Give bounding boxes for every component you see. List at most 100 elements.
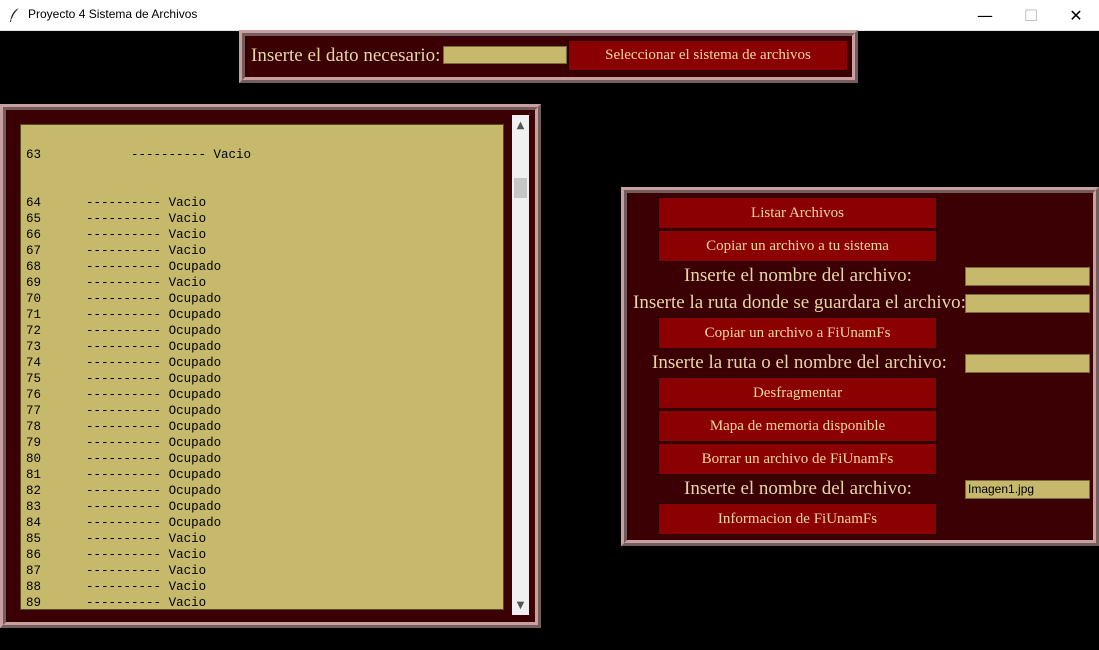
block-separator: ---------- bbox=[86, 436, 162, 450]
list-item: 80 ---------- Ocupado bbox=[26, 451, 251, 467]
block-separator: ---------- bbox=[86, 308, 162, 322]
block-separator: ---------- bbox=[86, 548, 162, 562]
block-separator: ---------- bbox=[86, 356, 162, 370]
copy-to-system-button[interactable]: Copiar un archivo a tu sistema bbox=[658, 230, 937, 262]
listing-text-area[interactable]: 63 ---------- Vacio 64 ---------- Vacio 6… bbox=[20, 124, 504, 610]
block-number: 88 bbox=[26, 580, 42, 594]
list-item: 81 ---------- Ocupado bbox=[26, 467, 251, 483]
path-or-name-input[interactable] bbox=[965, 354, 1090, 373]
save-path-label: Inserte la ruta donde se guardara el arc… bbox=[633, 292, 966, 313]
block-status: Ocupado bbox=[168, 292, 222, 306]
defragment-button[interactable]: Desfragmentar bbox=[658, 377, 937, 409]
block-separator: ---------- bbox=[86, 196, 162, 210]
list-item: 75 ---------- Ocupado bbox=[26, 371, 251, 387]
block-status: Vacio bbox=[168, 564, 207, 578]
block-number: 71 bbox=[26, 308, 42, 322]
list-item: 65 ---------- Vacio bbox=[26, 211, 251, 227]
block-status: Ocupado bbox=[168, 260, 222, 274]
block-status: Ocupado bbox=[168, 308, 222, 322]
list-item: 66 ---------- Vacio bbox=[26, 227, 251, 243]
block-status: Ocupado bbox=[168, 468, 222, 482]
list-item: 74 ---------- Ocupado bbox=[26, 355, 251, 371]
block-separator: ---------- bbox=[86, 372, 162, 386]
block-status: Vacio bbox=[168, 212, 207, 226]
delete-file-name-label: Inserte el nombre del archivo: bbox=[684, 478, 912, 499]
listing-scrollbar[interactable]: ▲ ▼ bbox=[512, 115, 529, 615]
delete-file-name-input[interactable]: Imagen1.jpg bbox=[965, 480, 1090, 499]
list-item: 89 ---------- Vacio bbox=[26, 595, 251, 610]
file-name-input[interactable] bbox=[965, 267, 1090, 286]
window-title: Proyecto 4 Sistema de Archivos bbox=[28, 7, 198, 21]
maximize-button[interactable]: ☐ bbox=[1008, 0, 1054, 30]
block-separator: ---------- bbox=[86, 276, 162, 290]
block-separator: ---------- bbox=[86, 292, 162, 306]
listing-panel: 63 ---------- Vacio 64 ---------- Vacio 6… bbox=[0, 104, 541, 628]
scroll-thumb[interactable] bbox=[514, 178, 527, 198]
block-status: Vacio bbox=[168, 580, 207, 594]
block-separator: ---------- bbox=[86, 212, 162, 226]
minimize-button[interactable]: — bbox=[962, 0, 1008, 30]
block-number: 89 bbox=[26, 596, 42, 610]
block-separator: ---------- bbox=[86, 420, 162, 434]
block-separator: ---------- bbox=[86, 404, 162, 418]
block-separator: ---------- bbox=[86, 484, 162, 498]
feather-icon bbox=[10, 7, 20, 22]
block-status: Ocupado bbox=[168, 404, 222, 418]
list-item: 72 ---------- Ocupado bbox=[26, 323, 251, 339]
list-item: 67 ---------- Vacio bbox=[26, 243, 251, 259]
list-item: 83 ---------- Ocupado bbox=[26, 499, 251, 515]
window-titlebar: Proyecto 4 Sistema de Archivos — ☐ ✕ bbox=[0, 0, 1099, 31]
block-number: 70 bbox=[26, 292, 42, 306]
block-number: 83 bbox=[26, 500, 42, 514]
delete-file-button[interactable]: Borrar un archivo de FiUnamFs bbox=[658, 443, 937, 475]
block-separator: ---------- bbox=[86, 340, 162, 354]
list-item: 71 ---------- Ocupado bbox=[26, 307, 251, 323]
block-number: 67 bbox=[26, 244, 42, 258]
block-status: Vacio bbox=[168, 196, 207, 210]
data-input[interactable] bbox=[443, 46, 567, 64]
block-status: Ocupado bbox=[168, 420, 222, 434]
block-number: 66 bbox=[26, 228, 42, 242]
list-item: 88 ---------- Vacio bbox=[26, 579, 251, 595]
close-icon: ✕ bbox=[1069, 5, 1083, 25]
list-item: 63 ---------- Vacio bbox=[26, 148, 252, 162]
scroll-up-icon[interactable]: ▲ bbox=[512, 117, 529, 133]
memory-map-button[interactable]: Mapa de memoria disponible bbox=[658, 410, 937, 442]
block-separator: ---------- bbox=[86, 500, 162, 514]
block-number: 79 bbox=[26, 436, 42, 450]
list-item: 82 ---------- Ocupado bbox=[26, 483, 251, 499]
block-number: 65 bbox=[26, 212, 42, 226]
block-status: Vacio bbox=[168, 548, 207, 562]
block-number: 81 bbox=[26, 468, 42, 482]
block-separator: ---------- bbox=[86, 596, 162, 610]
path-or-name-label: Inserte la ruta o el nombre del archivo: bbox=[652, 352, 947, 373]
block-number: 87 bbox=[26, 564, 42, 578]
close-button[interactable]: ✕ bbox=[1053, 0, 1099, 30]
list-files-button[interactable]: Listar Archivos bbox=[658, 197, 937, 229]
data-input-label: Inserte el dato necesario: bbox=[251, 45, 441, 66]
list-item: 87 ---------- Vacio bbox=[26, 563, 251, 579]
list-item: 84 ---------- Ocupado bbox=[26, 515, 251, 531]
list-item: 70 ---------- Ocupado bbox=[26, 291, 251, 307]
block-status: Ocupado bbox=[168, 500, 222, 514]
list-item: 79 ---------- Ocupado bbox=[26, 435, 251, 451]
copy-to-fiunamfs-button[interactable]: Copiar un archivo a FiUnamFs bbox=[658, 317, 937, 349]
info-button[interactable]: Informacion de FiUnamFs bbox=[658, 503, 937, 535]
save-path-input[interactable] bbox=[965, 294, 1090, 313]
block-status: Ocupado bbox=[168, 516, 222, 530]
list-item: 78 ---------- Ocupado bbox=[26, 419, 251, 435]
actions-panel: Listar Archivos Copiar un archivo a tu s… bbox=[621, 187, 1099, 546]
block-separator: ---------- bbox=[86, 324, 162, 338]
block-number: 85 bbox=[26, 532, 42, 546]
list-item: 76 ---------- Ocupado bbox=[26, 387, 251, 403]
minimize-icon: — bbox=[977, 5, 993, 25]
file-name-label: Inserte el nombre del archivo: bbox=[684, 265, 912, 286]
scroll-down-icon[interactable]: ▼ bbox=[512, 597, 529, 613]
list-item: 64 ---------- Vacio bbox=[26, 195, 251, 211]
list-item: 69 ---------- Vacio bbox=[26, 275, 251, 291]
block-number: 77 bbox=[26, 404, 42, 418]
block-status: Ocupado bbox=[168, 484, 222, 498]
block-number: 86 bbox=[26, 548, 42, 562]
select-filesystem-button[interactable]: Seleccionar el sistema de archivos bbox=[568, 40, 848, 71]
block-separator: ---------- bbox=[86, 532, 162, 546]
